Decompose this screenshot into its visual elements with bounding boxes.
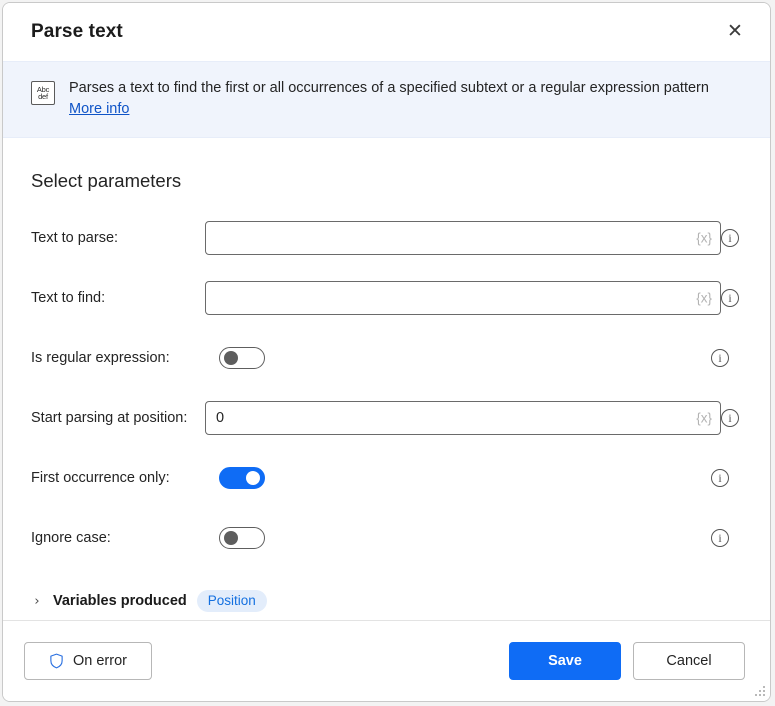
control-text-to-find: {x} i [205, 281, 760, 315]
save-button[interactable]: Save [509, 642, 621, 680]
variable-badge-position[interactable]: Position [196, 590, 267, 612]
control-text-to-parse: {x} i [205, 221, 760, 255]
start-position-field[interactable]: {x} [205, 401, 721, 435]
control-ignore-case: i [205, 527, 750, 549]
on-error-button[interactable]: On error [24, 642, 152, 680]
parameter-row-is-regular-expression: Is regular expression: i [31, 328, 750, 388]
dialog-title-bar: Parse text ✕ [3, 3, 770, 61]
label-text-to-find: Text to find: [31, 290, 106, 306]
page-title: Parse text [31, 21, 123, 42]
label-ignore-case: Ignore case: [31, 530, 111, 546]
toggle-knob [224, 351, 238, 365]
cancel-label: Cancel [666, 653, 712, 669]
info-icon[interactable]: i [721, 289, 739, 307]
text-to-parse-input[interactable] [206, 222, 720, 254]
start-position-input[interactable] [206, 402, 720, 434]
is-regular-expression-toggle[interactable] [219, 347, 265, 369]
cancel-button[interactable]: Cancel [633, 642, 745, 680]
first-occurrence-only-toggle[interactable] [219, 467, 265, 489]
chevron-right-icon: › [34, 593, 40, 609]
resize-grip-icon[interactable] [754, 685, 767, 698]
control-is-regular-expression: i [205, 347, 750, 369]
parse-text-icon-bottom: def [38, 92, 48, 101]
text-to-parse-field[interactable]: {x} [205, 221, 721, 255]
variable-picker-icon[interactable]: {x} [696, 411, 712, 426]
variable-picker-icon[interactable]: {x} [696, 231, 712, 246]
banner-text: Parses a text to find the first or all o… [69, 78, 709, 119]
parameter-row-start-position: Start parsing at position: {x} i [31, 388, 750, 448]
label-start-position: Start parsing at position: [31, 410, 188, 426]
label-is-regular-expression: Is regular expression: [31, 350, 170, 366]
parse-text-icon: Abc def [31, 81, 55, 105]
action-description-banner: Abc def Parses a text to find the first … [3, 61, 770, 138]
parameter-row-ignore-case: Ignore case: i [31, 508, 750, 568]
shield-icon [50, 653, 63, 669]
save-label: Save [548, 653, 582, 669]
text-to-find-field[interactable]: {x} [205, 281, 721, 315]
close-button[interactable]: ✕ [714, 11, 756, 51]
parameter-row-text-to-parse: Text to parse: {x} i [31, 208, 750, 268]
parameter-row-text-to-find: Text to find: {x} i [31, 268, 750, 328]
label-first-occurrence-only: First occurrence only: [31, 470, 170, 486]
footer-actions: Save Cancel [509, 642, 745, 680]
parameter-row-first-occurrence-only: First occurrence only: i [31, 448, 750, 508]
parameters-list: Text to parse: {x} i Text to find: {x} i… [31, 208, 750, 568]
info-icon[interactable]: i [711, 529, 729, 547]
variables-produced-section[interactable]: › Variables produced Position [31, 590, 267, 612]
action-description: Parses a text to find the first or all o… [69, 80, 709, 96]
variable-picker-icon[interactable]: {x} [696, 291, 712, 306]
parse-text-dialog: Parse text ✕ Abc def Parses a text to fi… [2, 2, 771, 702]
close-icon: ✕ [727, 19, 743, 42]
label-text-to-parse: Text to parse: [31, 230, 119, 246]
toggle-knob [224, 531, 238, 545]
on-error-label: On error [73, 653, 127, 669]
control-first-occurrence-only: i [205, 467, 750, 489]
dialog-body: Select parameters Text to parse: {x} i T… [3, 138, 770, 620]
text-to-find-input[interactable] [206, 282, 720, 314]
control-start-position: {x} i [205, 401, 760, 435]
section-title: Select parameters [31, 170, 182, 191]
more-info-link[interactable]: More info [69, 99, 129, 119]
info-icon[interactable]: i [721, 409, 739, 427]
ignore-case-toggle[interactable] [219, 527, 265, 549]
info-icon[interactable]: i [721, 229, 739, 247]
info-icon[interactable]: i [711, 349, 729, 367]
variables-produced-label: Variables produced [53, 593, 187, 609]
toggle-knob [246, 471, 260, 485]
dialog-footer: On error Save Cancel [3, 620, 770, 701]
info-icon[interactable]: i [711, 469, 729, 487]
